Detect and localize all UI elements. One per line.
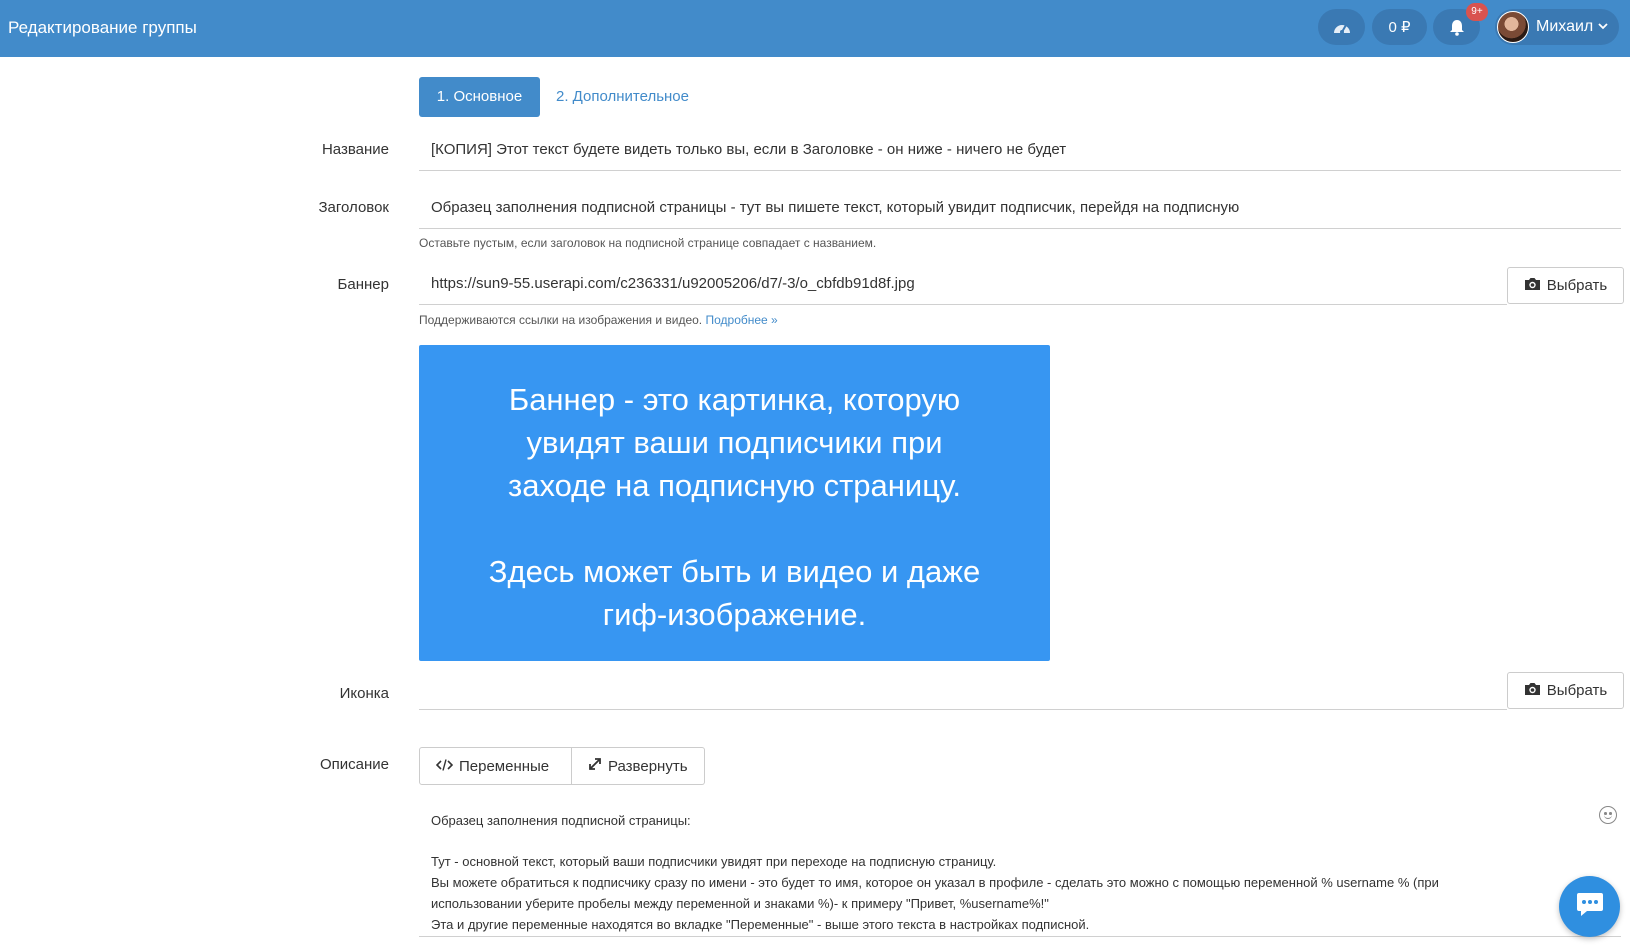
description-label: Описание — [319, 756, 389, 773]
banner-text-line: гиф-изображение. — [602, 597, 867, 632]
heading-field[interactable]: Образец заполнения подписной страницы - … — [419, 186, 1621, 229]
page-title: Редактирование группы — [8, 18, 197, 37]
description-line: использовании уберите пробелы между пере… — [431, 896, 1049, 911]
description-toolbar: Переменные Развернуть — [419, 747, 705, 785]
description-line: Эта и другие переменные находятся во вкл… — [431, 917, 1090, 932]
tab-main[interactable]: 1. Основное — [419, 77, 540, 117]
variables-label: Переменные — [459, 757, 550, 775]
banner-preview: Баннер - это картинка, которую увидят ва… — [419, 345, 1050, 661]
chat-button[interactable] — [1559, 876, 1620, 937]
banner-label: Баннер — [337, 276, 389, 293]
expand-button[interactable]: Развернуть — [572, 747, 705, 785]
icon-label: Иконка — [339, 685, 389, 702]
icon-select-button[interactable]: Выбрать — [1507, 672, 1624, 709]
description-line: Образец заполнения подписной страницы: — [431, 813, 691, 828]
top-bar: Редактирование группы 0 ₽ 9+ Михаил — [0, 0, 1630, 57]
camera-icon — [1524, 682, 1541, 700]
balance-button[interactable]: 0 ₽ — [1372, 9, 1427, 45]
bell-icon — [1449, 19, 1465, 36]
banner-more-link[interactable]: Подробнее » — [705, 313, 777, 327]
banner-text-line: Здесь может быть и видео и даже — [488, 554, 981, 589]
banner-help-text: Поддерживаются ссылки на изображения и в… — [419, 313, 703, 327]
user-name: Михаил — [1536, 18, 1594, 35]
description-editor[interactable]: Образец заполнения подписной страницы: Т… — [419, 800, 1621, 937]
speedometer-icon — [1332, 19, 1352, 35]
emoji-icon[interactable] — [1599, 806, 1617, 824]
banner-select-button[interactable]: Выбрать — [1507, 267, 1624, 304]
banner-url-field[interactable]: https://sun9-55.userapi.com/c236331/u920… — [419, 262, 1507, 305]
avatar — [1497, 11, 1529, 43]
banner-select-label: Выбрать — [1546, 277, 1608, 294]
chat-bubble-icon — [1575, 891, 1605, 923]
description-line: Тут - основной текст, который ваши подпи… — [431, 854, 997, 869]
icon-select-label: Выбрать — [1546, 682, 1608, 699]
banner-text-line: увидят ваши подписчики при — [526, 425, 943, 460]
heading-label: Заголовок — [318, 199, 389, 216]
camera-icon — [1524, 277, 1541, 295]
tab-additional[interactable]: 2. Дополнительное — [556, 77, 689, 117]
banner-help: Поддерживаются ссылки на изображения и в… — [419, 313, 778, 327]
icon-field[interactable] — [419, 667, 1507, 710]
expand-icon — [588, 757, 602, 775]
name-label: Название — [321, 141, 389, 158]
chevron-down-icon — [1598, 21, 1608, 33]
banner-text-line: Баннер - это картинка, которую — [508, 382, 961, 417]
user-menu[interactable]: Михаил — [1495, 9, 1619, 45]
heading-help: Оставьте пустым, если заголовок на подпи… — [419, 236, 877, 250]
variables-button[interactable]: Переменные — [419, 747, 572, 785]
description-line: Вы можете обратиться к подписчику сразу … — [431, 875, 1439, 890]
banner-text-line: заходе на подписную страницу. — [508, 468, 961, 503]
notifications-badge: 9+ — [1466, 3, 1488, 21]
dashboard-button[interactable] — [1318, 9, 1365, 45]
expand-label: Развернуть — [608, 757, 688, 775]
name-field[interactable]: [КОПИЯ] Этот текст будете видеть только … — [419, 128, 1621, 171]
code-icon — [435, 758, 454, 775]
